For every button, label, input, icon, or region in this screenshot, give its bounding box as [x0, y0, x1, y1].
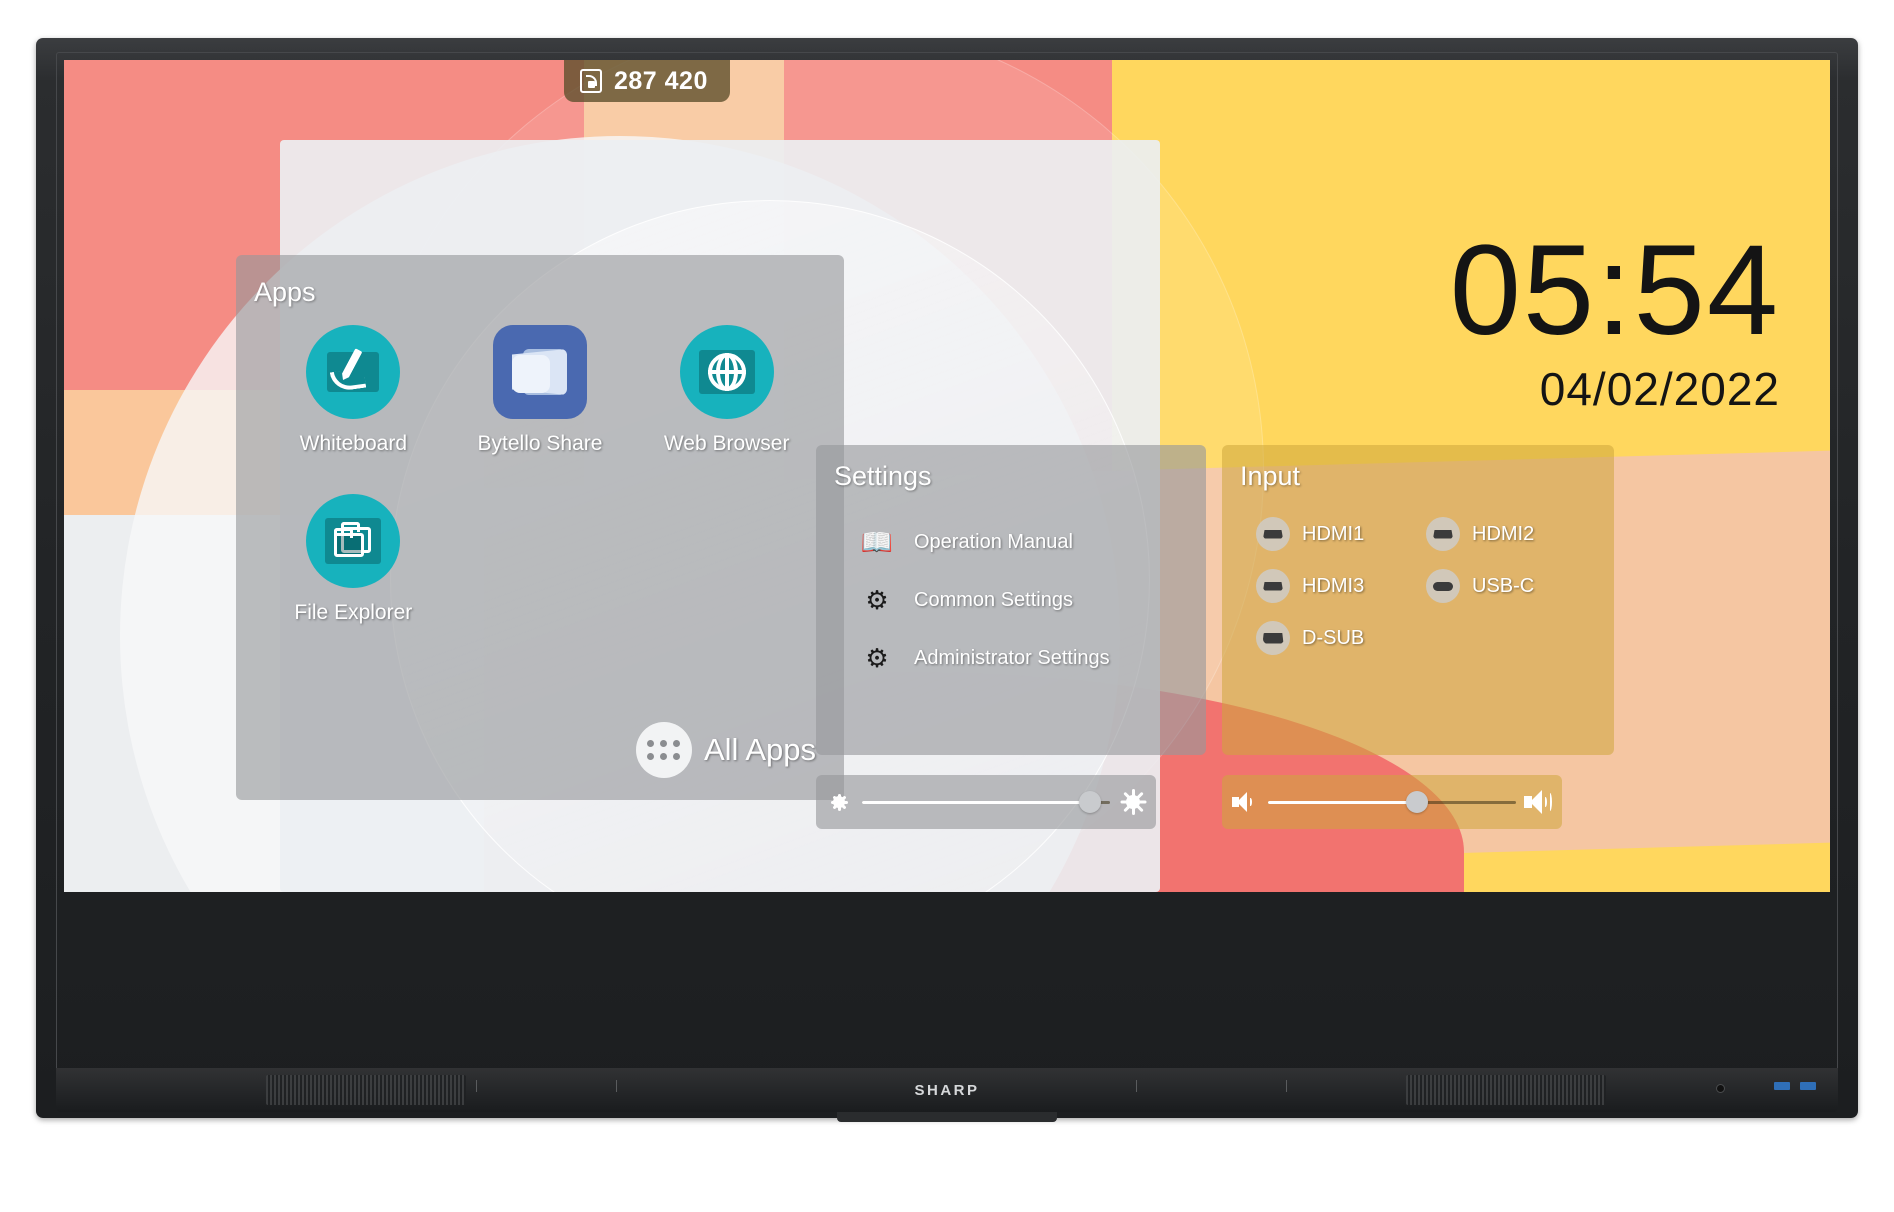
all-apps-label: All Apps	[703, 732, 816, 767]
all-apps-icon	[635, 722, 692, 778]
brightness-track[interactable]	[862, 791, 1110, 813]
input-source-usb-c[interactable]: USB-C	[1426, 569, 1596, 603]
brightness-high-icon	[1110, 789, 1156, 815]
input-source-d-sub[interactable]: D-SUB	[1256, 621, 1426, 655]
settings-label-common-settings: Common Settings	[914, 588, 1073, 611]
apps-panel: Apps Whiteboard Bytello Share Web Browse…	[236, 255, 844, 800]
file-explorer-icon	[306, 494, 401, 588]
volume-low-icon	[1222, 792, 1268, 812]
app-label-file-explorer: File Explorer	[294, 601, 413, 624]
apps-grid: Whiteboard Bytello Share Web Browser Fil…	[260, 325, 820, 625]
whiteboard-icon	[306, 325, 401, 419]
gear-people-icon: ⚙⁠	[865, 643, 889, 673]
app-label-bytello-share: Bytello Share	[477, 432, 603, 455]
apps-panel-title: Apps	[254, 277, 316, 307]
brand-logo: SHARP	[914, 1081, 980, 1099]
settings-list: 📖 Operation Manual ⚙ Common Settings ⚙⁠ …	[860, 517, 1192, 683]
settings-label-operation-manual: Operation Manual	[914, 530, 1073, 553]
settings-label-administrator-settings: Administrator Settings	[914, 646, 1110, 669]
bytello-share-icon	[492, 325, 587, 419]
app-item-file-explorer[interactable]: File Explorer	[260, 494, 447, 625]
clock-date: 04/02/2022	[1539, 362, 1780, 415]
settings-panel-title: Settings	[834, 461, 932, 491]
settings-panel: Settings 📖 Operation Manual ⚙ Common Set…	[816, 445, 1206, 755]
brightness-slider[interactable]	[816, 775, 1156, 829]
volume-slider[interactable]	[1222, 775, 1562, 829]
app-label-web-browser: Web Browser	[663, 432, 790, 455]
settings-item-administrator-settings[interactable]: ⚙⁠ Administrator Settings	[862, 633, 1192, 683]
app-label-whiteboard: Whiteboard	[299, 432, 408, 455]
hdmi-port-icon	[1256, 569, 1290, 603]
speaker-grille-right	[1406, 1075, 1606, 1105]
book-icon: 📖	[860, 527, 894, 557]
input-panel: Input HDMI1 HDMI2 HDMI3 USB-C D-SUB	[1222, 445, 1614, 755]
screen-share-code-value: 287 420	[614, 66, 708, 95]
brightness-low-icon	[816, 793, 862, 811]
volume-track[interactable]	[1268, 791, 1516, 813]
settings-item-operation-manual[interactable]: 📖 Operation Manual	[860, 517, 1192, 567]
settings-item-common-settings[interactable]: ⚙ Common Settings	[862, 575, 1192, 625]
usb-port-1	[1774, 1082, 1790, 1090]
display-screen: 05:54 04/02/2022 287 420 Apps Whiteboard…	[64, 60, 1830, 892]
input-label-usb-c: USB-C	[1472, 574, 1535, 597]
input-label-d-sub: D-SUB	[1302, 626, 1365, 649]
volume-high-icon	[1516, 790, 1562, 814]
power-button[interactable]	[1716, 1084, 1725, 1093]
app-item-bytello-share[interactable]: Bytello Share	[447, 325, 634, 456]
clock-widget: 05:54 04/02/2022	[1449, 219, 1780, 416]
all-apps-button[interactable]: All Apps	[635, 722, 816, 778]
input-source-hdmi2[interactable]: HDMI2	[1426, 517, 1596, 551]
web-browser-icon	[679, 325, 774, 419]
gear-icon: ⚙	[865, 585, 889, 615]
app-item-web-browser[interactable]: Web Browser	[633, 325, 820, 456]
clock-time: 05:54	[1449, 219, 1780, 362]
input-label-hdmi2: HDMI2	[1472, 522, 1535, 545]
brightness-knob[interactable]	[1079, 791, 1102, 813]
hdmi-port-icon	[1256, 517, 1290, 551]
input-panel-title: Input	[1240, 461, 1301, 491]
usbc-port-icon	[1426, 569, 1460, 603]
screen-share-code-badge[interactable]: 287 420	[564, 60, 730, 102]
speaker-grille-left	[266, 1075, 466, 1105]
cast-icon	[580, 69, 602, 93]
input-source-grid: HDMI1 HDMI2 HDMI3 USB-C D-SUB	[1256, 517, 1596, 655]
dsub-port-icon	[1256, 621, 1290, 655]
input-source-hdmi1[interactable]: HDMI1	[1256, 517, 1426, 551]
input-label-hdmi1: HDMI1	[1302, 522, 1365, 545]
hdmi-port-icon	[1426, 517, 1460, 551]
app-item-whiteboard[interactable]: Whiteboard	[260, 325, 447, 456]
interactive-display-device: 05:54 04/02/2022 287 420 Apps Whiteboard…	[36, 38, 1858, 1122]
device-chin	[837, 1112, 1057, 1122]
volume-knob[interactable]	[1405, 791, 1428, 813]
input-source-hdmi3[interactable]: HDMI3	[1256, 569, 1426, 603]
input-label-hdmi3: HDMI3	[1302, 574, 1365, 597]
usb-port-2	[1800, 1082, 1816, 1090]
device-bottom-bar: SHARP	[56, 1068, 1838, 1112]
